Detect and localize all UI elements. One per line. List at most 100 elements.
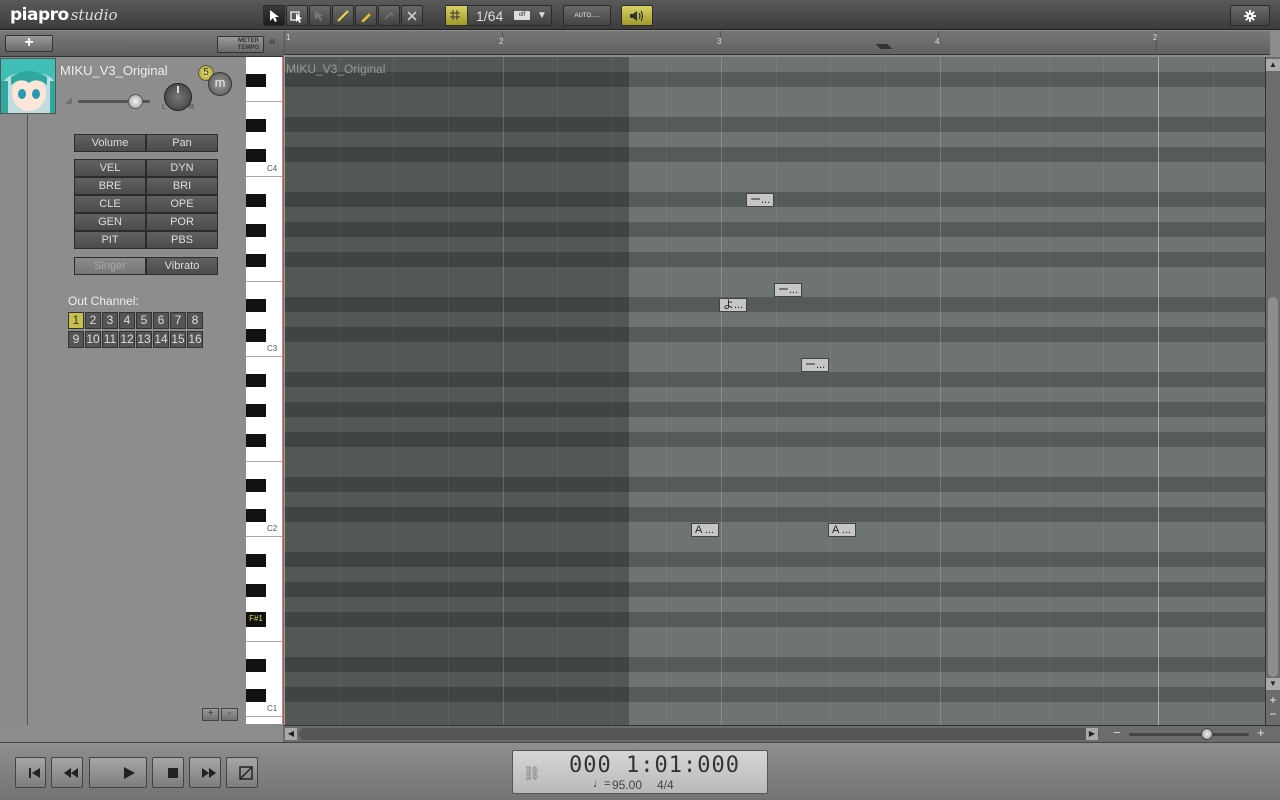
- vertical-zoom-in-icon[interactable]: +: [1266, 694, 1280, 707]
- param-pit-button[interactable]: PIT: [74, 231, 146, 249]
- add-small-button[interactable]: +: [202, 708, 219, 721]
- delete-tool-button[interactable]: [401, 5, 423, 26]
- quantize-selector[interactable]: 1/64 off ▼: [445, 5, 552, 26]
- param-dyn-button[interactable]: DYN: [146, 159, 218, 177]
- pan-button[interactable]: Pan: [146, 134, 218, 152]
- note[interactable]: A ...: [691, 523, 719, 537]
- horizontal-scrollbar[interactable]: ◀ ▶ − +: [283, 725, 1280, 742]
- add-track-button[interactable]: +: [5, 35, 53, 52]
- black-key[interactable]: [246, 329, 266, 342]
- param-vel-button[interactable]: VEL: [74, 159, 146, 177]
- black-key[interactable]: [246, 74, 266, 87]
- piano-roll[interactable]: MIKU_V3_Original ー... ー... よ... ー... A .…: [284, 57, 1265, 725]
- settings-button[interactable]: [1230, 5, 1270, 26]
- out-channel-4[interactable]: 4: [119, 312, 135, 329]
- note[interactable]: A ...: [828, 523, 856, 537]
- param-bri-button[interactable]: BRI: [146, 177, 218, 195]
- play-button[interactable]: [89, 757, 147, 788]
- link-icon[interactable]: ⛓: [523, 765, 541, 782]
- vertical-zoom-out-icon[interactable]: −: [1266, 708, 1280, 721]
- loop-button[interactable]: [226, 757, 258, 788]
- singer-avatar[interactable]: [0, 58, 56, 114]
- out-channel-6[interactable]: 6: [153, 312, 169, 329]
- black-key[interactable]: [246, 149, 266, 162]
- black-key[interactable]: [246, 659, 266, 672]
- out-channel-3[interactable]: 3: [102, 312, 118, 329]
- timeline-ruler[interactable]: 1 2 3 4 2: [283, 31, 1270, 55]
- go-to-start-button[interactable]: [15, 757, 46, 788]
- black-key[interactable]: [246, 254, 266, 267]
- param-gen-button[interactable]: GEN: [74, 213, 146, 231]
- out-channel-14[interactable]: 14: [153, 331, 169, 348]
- speaker-button[interactable]: [621, 5, 653, 26]
- volume-slider-thumb[interactable]: [128, 94, 143, 109]
- rewind-button[interactable]: [51, 757, 83, 788]
- scroll-right-icon[interactable]: ▶: [1086, 728, 1098, 740]
- param-pbs-button[interactable]: PBS: [146, 231, 218, 249]
- auto-button[interactable]: AUTO.....: [563, 5, 611, 26]
- param-por-button[interactable]: POR: [146, 213, 218, 231]
- param-cle-button[interactable]: CLE: [74, 195, 146, 213]
- black-key[interactable]: [246, 479, 266, 492]
- horizontal-zoom-thumb[interactable]: [1201, 728, 1213, 740]
- grid-snap-toggle[interactable]: [446, 6, 468, 25]
- pencil-tool-button[interactable]: [355, 5, 377, 26]
- scroll-left-icon[interactable]: ◀: [285, 728, 297, 740]
- out-channel-2[interactable]: 2: [85, 312, 101, 329]
- out-channel-12[interactable]: 12: [119, 331, 135, 348]
- collapse-panel-icon[interactable]: «: [269, 34, 276, 48]
- param-bre-button[interactable]: BRE: [74, 177, 146, 195]
- note[interactable]: ー...: [801, 358, 829, 372]
- black-key[interactable]: [246, 509, 266, 522]
- horizontal-zoom-slider[interactable]: [1129, 733, 1249, 736]
- range-select-tool-button[interactable]: [286, 5, 308, 26]
- black-key[interactable]: [246, 119, 266, 132]
- playhead-marker[interactable]: [875, 44, 893, 49]
- scroll-down-icon[interactable]: ▼: [1266, 678, 1280, 690]
- select-tool-button[interactable]: [263, 5, 285, 26]
- line-tool-button[interactable]: [332, 5, 354, 26]
- out-channel-16[interactable]: 16: [187, 331, 203, 348]
- piano-keyboard[interactable]: C4 C3 C2 C1 F#1: [246, 57, 283, 724]
- out-channel-11[interactable]: 11: [102, 331, 118, 348]
- mute-button[interactable]: m: [208, 72, 232, 96]
- note[interactable]: ー...: [774, 283, 802, 297]
- black-key[interactable]: [246, 224, 266, 237]
- black-key[interactable]: [246, 404, 266, 417]
- param-ope-button[interactable]: OPE: [146, 195, 218, 213]
- undo-tool-button[interactable]: [378, 5, 400, 26]
- horizontal-scroll-thumb[interactable]: [299, 728, 1099, 740]
- vertical-scroll-thumb[interactable]: [1268, 297, 1278, 677]
- black-key[interactable]: [246, 434, 266, 447]
- note[interactable]: ー...: [746, 193, 774, 207]
- zoom-in-icon[interactable]: +: [1257, 725, 1265, 740]
- out-channel-10[interactable]: 10: [85, 331, 101, 348]
- vibrato-button[interactable]: Vibrato: [146, 257, 218, 275]
- singer-button[interactable]: Singer: [74, 257, 146, 275]
- out-channel-13[interactable]: 13: [136, 331, 152, 348]
- black-key[interactable]: [246, 689, 266, 702]
- out-channel-7[interactable]: 7: [170, 312, 186, 329]
- zoom-tool-button[interactable]: [309, 5, 331, 26]
- remove-small-button[interactable]: -: [221, 708, 238, 721]
- black-key[interactable]: [246, 554, 266, 567]
- out-channel-1[interactable]: 1: [68, 312, 84, 329]
- black-key[interactable]: [246, 194, 266, 207]
- black-key[interactable]: [246, 299, 266, 312]
- volume-button[interactable]: Volume: [74, 134, 146, 152]
- fast-forward-button[interactable]: [189, 757, 221, 788]
- pan-knob[interactable]: [164, 83, 192, 111]
- note[interactable]: よ...: [719, 298, 747, 312]
- track-name[interactable]: MIKU_V3_Original: [60, 63, 168, 78]
- vertical-scrollbar[interactable]: ▲ ▼ + −: [1265, 57, 1280, 725]
- black-key[interactable]: [246, 584, 266, 597]
- black-key[interactable]: [246, 374, 266, 387]
- stop-button[interactable]: [152, 757, 184, 788]
- out-channel-8[interactable]: 8: [187, 312, 203, 329]
- out-channel-9[interactable]: 9: [68, 331, 84, 348]
- zoom-out-icon[interactable]: −: [1113, 725, 1121, 740]
- scroll-up-icon[interactable]: ▲: [1266, 59, 1280, 71]
- out-channel-15[interactable]: 15: [170, 331, 186, 348]
- meter-tempo-button[interactable]: METER TEMPO: [217, 36, 264, 53]
- out-channel-5[interactable]: 5: [136, 312, 152, 329]
